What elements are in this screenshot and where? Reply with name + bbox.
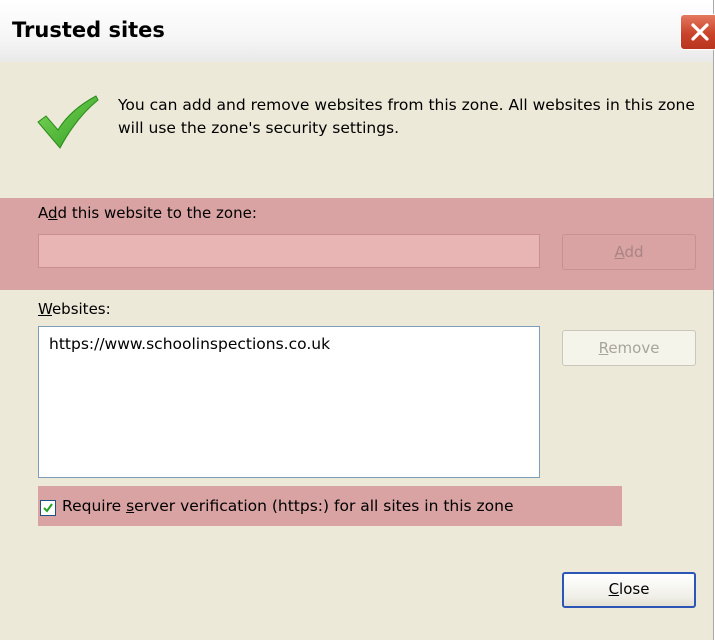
dialog-content: You can add and remove websites from thi… [0,62,713,640]
require-verification-label[interactable]: Require server verification (https:) for… [62,497,514,515]
dialog-title: Trusted sites [12,18,165,42]
trusted-sites-dialog: Trusted sites You can add and remove web… [0,0,715,640]
remove-button[interactable]: Remove [562,330,696,366]
close-icon [691,23,709,41]
websites-list[interactable]: https://www.schoolinspections.co.uk [38,326,540,478]
title-bar[interactable]: Trusted sites [0,0,715,62]
close-button[interactable]: Close [562,572,696,608]
add-website-input[interactable] [38,234,540,268]
websites-label: Websites: [38,300,111,318]
require-verification-checkbox[interactable] [40,500,56,516]
title-close-button[interactable] [680,14,715,50]
intro-text: You can add and remove websites from thi… [118,96,695,137]
checkmark-icon [43,503,53,513]
green-checkmark-icon [37,95,99,149]
add-button[interactable]: Add [562,234,696,270]
add-website-label: Add this website to the zone: [38,204,257,222]
list-item[interactable]: https://www.schoolinspections.co.uk [49,335,330,353]
